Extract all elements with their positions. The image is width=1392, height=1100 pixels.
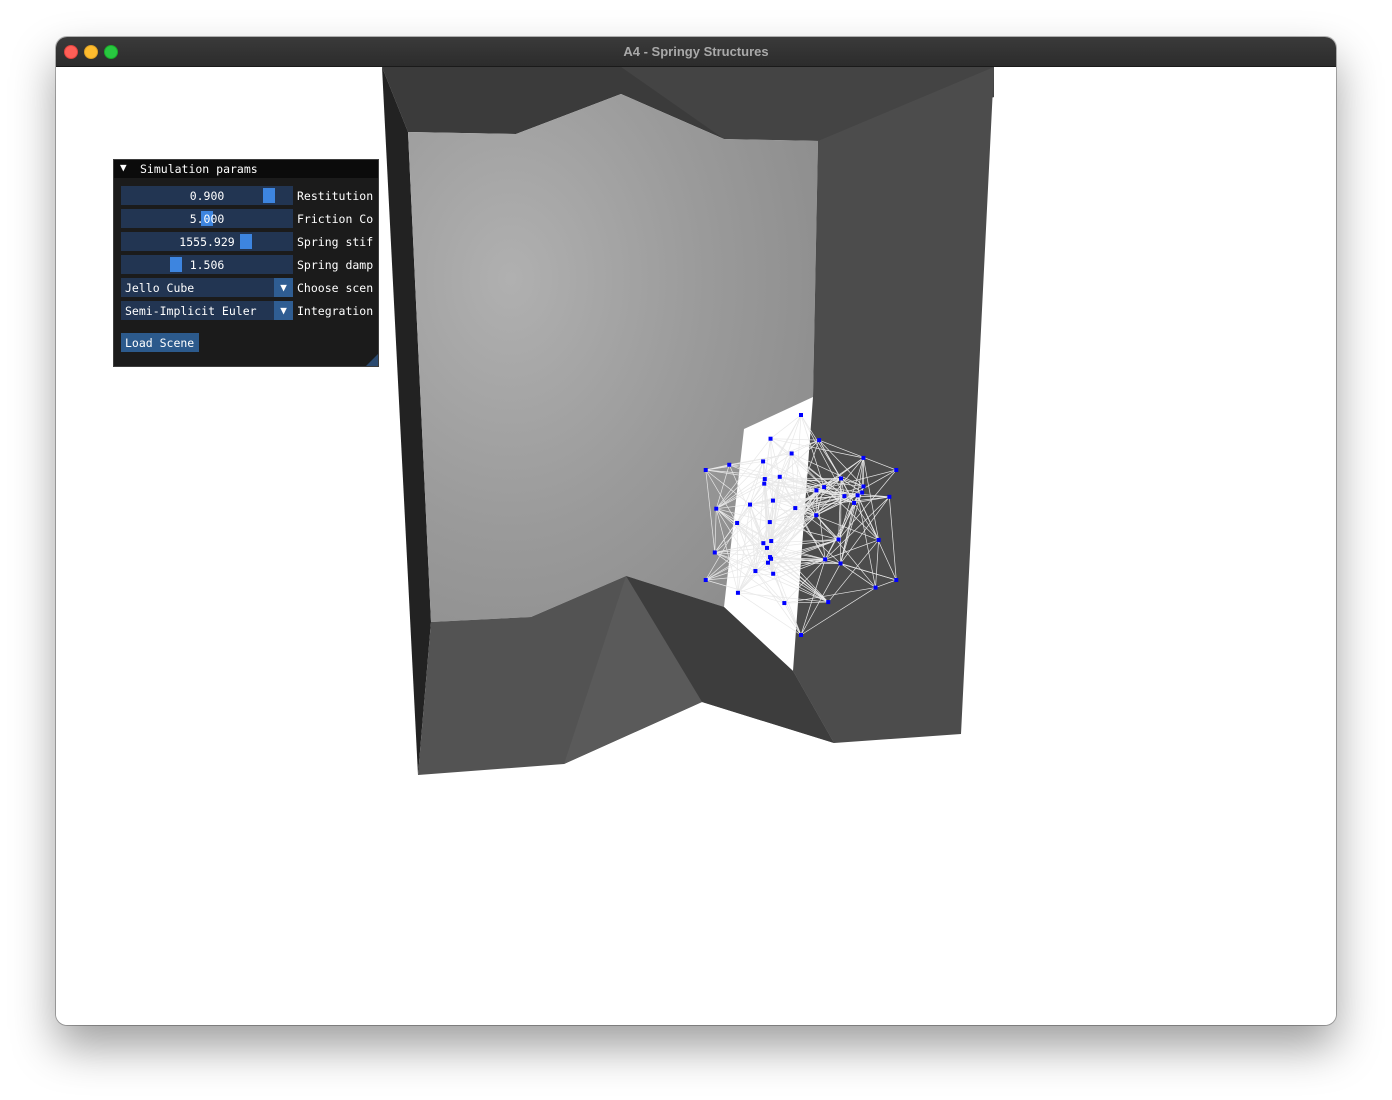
window-title: A4 - Springy Structures [623, 44, 769, 59]
mass-node [852, 500, 857, 505]
spring-stiffness-slider[interactable]: 1555.929 [121, 232, 293, 251]
mass-node [703, 468, 708, 472]
mass-node [823, 557, 828, 562]
load-scene-button-label: Load Scene [125, 336, 195, 350]
mass-node [769, 556, 774, 561]
mass-node [762, 477, 767, 482]
mass-node [735, 590, 740, 595]
slider-label: Friction Co [297, 212, 374, 226]
mass-node [767, 520, 772, 525]
mass-node [894, 468, 899, 472]
mass-node [838, 561, 843, 566]
mass-node [799, 413, 803, 417]
load-scene-button[interactable]: Load Scene [121, 333, 199, 352]
mass-node [727, 462, 732, 467]
slider-value: 1555.929 [179, 235, 235, 249]
mass-node [793, 506, 798, 511]
triangle-down-icon[interactable]: ▼ [274, 301, 293, 320]
friction-slider[interactable]: 5.000 [121, 209, 293, 228]
mass-node [714, 506, 719, 511]
mass-node [860, 490, 865, 495]
slider-label: Spring stif [297, 235, 374, 249]
triangle-down-icon[interactable]: ▼ [274, 278, 293, 297]
mass-node [771, 571, 776, 576]
slider-value: 5.000 [189, 212, 225, 226]
mass-node [814, 513, 819, 518]
mass-node [765, 560, 770, 565]
mass-node [861, 484, 866, 489]
mass-node [761, 459, 766, 464]
mass-node [826, 600, 831, 605]
mass-node [817, 438, 822, 443]
spring-edge [770, 414, 802, 439]
mass-node [855, 493, 860, 498]
mass-node [748, 502, 753, 507]
right-wall [793, 67, 994, 743]
mass-node [836, 537, 841, 542]
title-bar[interactable]: A4 - Springy Structures [56, 37, 1336, 67]
3d-viewport[interactable]: ▼ Simulation params 0.900 Restitution 5.… [56, 67, 1336, 1025]
spring-edge [736, 523, 739, 593]
mass-node [764, 545, 769, 550]
mass-node [753, 569, 758, 574]
mass-node [876, 537, 881, 542]
mass-node [814, 488, 819, 493]
scene-dropdown-value: Jello Cube [125, 281, 195, 295]
resize-grip[interactable] [366, 354, 378, 366]
slider-value: 1.506 [189, 258, 225, 272]
scene-dropdown[interactable]: Jello Cube ▼ [121, 278, 293, 297]
mass-node [894, 578, 899, 582]
mass-node [887, 494, 892, 499]
mass-node [703, 578, 708, 582]
integration-dropdown-label: Integration [297, 304, 374, 318]
spring-damping-slider[interactable]: 1.506 [121, 255, 293, 274]
mass-node [762, 481, 767, 486]
container-box [382, 67, 994, 775]
mass-node [822, 485, 827, 490]
mass-node [761, 541, 766, 546]
mass-node [842, 494, 847, 499]
mass-node [769, 539, 774, 544]
slider-label: Restitution [297, 189, 374, 203]
mass-node [799, 633, 803, 637]
slider-label: Spring damp [297, 258, 374, 272]
panel-header[interactable]: ▼ Simulation params [114, 160, 378, 178]
integration-dropdown[interactable]: Semi-Implicit Euler ▼ [121, 301, 293, 320]
mass-node [782, 601, 787, 606]
simulation-params-panel: ▼ Simulation params 0.900 Restitution 5.… [113, 159, 379, 367]
app-window: A4 - Springy Structures ▼ Simulation par… [56, 37, 1336, 1025]
triangle-down-icon[interactable]: ▼ [120, 161, 127, 174]
mass-node [789, 451, 794, 456]
mass-node [712, 550, 717, 555]
integration-dropdown-value: Semi-Implicit Euler [125, 304, 257, 318]
mass-node [777, 474, 782, 479]
restitution-slider[interactable]: 0.900 [121, 186, 293, 205]
mass-node [839, 476, 844, 481]
mass-node [770, 498, 775, 503]
mass-node [873, 585, 878, 590]
scene-dropdown-label: Choose scen [297, 281, 374, 295]
panel-title: Simulation params [140, 162, 258, 176]
slider-value: 0.900 [189, 189, 225, 203]
mass-node [735, 521, 740, 526]
spring-edge [755, 570, 785, 604]
mass-node [861, 455, 866, 460]
mass-node [768, 436, 773, 441]
spring-edge [749, 504, 756, 572]
